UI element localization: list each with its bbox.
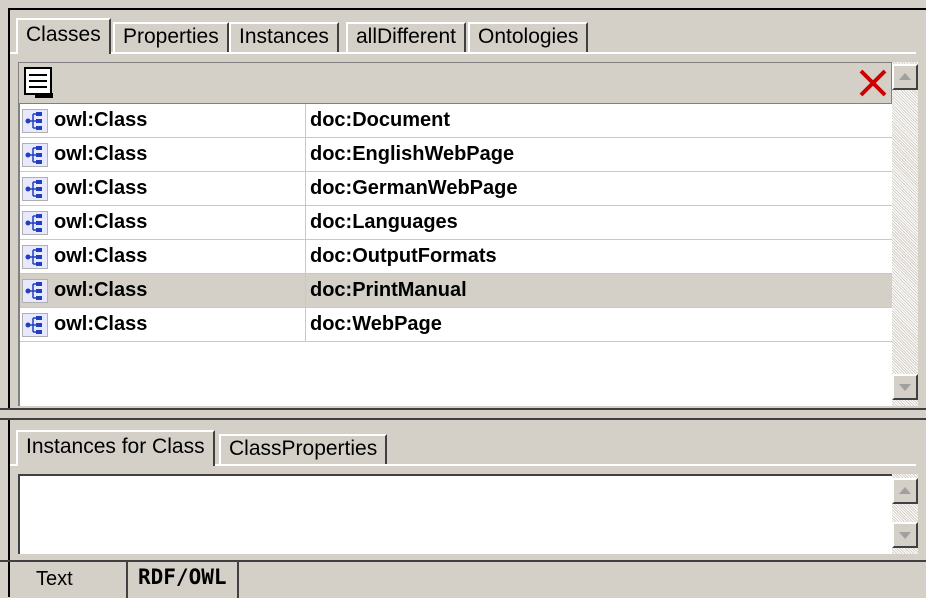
- list-icon[interactable]: [21, 65, 57, 101]
- row-type: owl:Class: [54, 104, 306, 137]
- delete-x-icon[interactable]: [857, 67, 889, 99]
- table-row[interactable]: owl:Class doc:EnglishWebPage: [20, 138, 892, 172]
- scroll-down-button[interactable]: [892, 522, 918, 548]
- tab-instances-for-class[interactable]: Instances for Class: [16, 430, 215, 466]
- table-row-selected[interactable]: owl:Class doc:PrintManual: [20, 274, 892, 308]
- tab-alldifferent[interactable]: allDifferent: [346, 22, 466, 52]
- row-type: owl:Class: [54, 274, 306, 307]
- class-toolbar: [18, 62, 892, 104]
- row-name: doc:OutputFormats: [310, 245, 497, 267]
- tab-properties[interactable]: Properties: [113, 22, 229, 52]
- tab-class-properties[interactable]: ClassProperties: [219, 434, 388, 464]
- row-type: owl:Class: [54, 172, 306, 205]
- table-row[interactable]: owl:Class doc:Languages: [20, 206, 892, 240]
- class-node-icon: [22, 279, 48, 303]
- row-name: doc:EnglishWebPage: [310, 143, 515, 165]
- tab-classes[interactable]: Classes: [16, 18, 111, 54]
- instances-panel: [18, 474, 892, 554]
- row-name: doc:Languages: [310, 211, 458, 233]
- class-list-scrollbar[interactable]: [892, 62, 918, 406]
- scroll-up-button[interactable]: [892, 64, 918, 90]
- row-type: owl:Class: [54, 206, 306, 239]
- scroll-down-button[interactable]: [892, 374, 918, 400]
- class-node-icon: [22, 143, 48, 167]
- view-tab-text[interactable]: Text: [36, 564, 73, 594]
- tab-strip-line: [10, 52, 916, 54]
- row-name: doc:PrintManual: [310, 279, 467, 301]
- row-name: doc:GermanWebPage: [310, 177, 518, 199]
- class-node-icon: [22, 313, 48, 337]
- row-type: owl:Class: [54, 138, 306, 171]
- class-list-grid: owl:Class doc:Document owl:Class doc:Eng…: [18, 104, 892, 406]
- row-name: doc:Document: [310, 109, 450, 131]
- table-row[interactable]: owl:Class doc:Document: [20, 104, 892, 138]
- pane-splitter[interactable]: [0, 408, 926, 420]
- class-node-icon: [22, 245, 48, 269]
- tab-ontologies[interactable]: Ontologies: [468, 22, 589, 52]
- instances-scrollbar[interactable]: [892, 474, 918, 554]
- row-type: owl:Class: [54, 308, 306, 341]
- table-row[interactable]: owl:Class doc:WebPage: [20, 308, 892, 342]
- class-node-icon: [22, 177, 48, 201]
- class-node-icon: [22, 109, 48, 133]
- table-row[interactable]: owl:Class doc:OutputFormats: [20, 240, 892, 274]
- table-row[interactable]: owl:Class doc:GermanWebPage: [20, 172, 892, 206]
- view-tab-rdf-owl[interactable]: RDF/OWL: [126, 562, 239, 598]
- tab-instances[interactable]: Instances: [229, 22, 339, 52]
- class-node-icon: [22, 211, 48, 235]
- row-name: doc:WebPage: [310, 313, 442, 335]
- row-type: owl:Class: [54, 240, 306, 273]
- scroll-up-button[interactable]: [892, 478, 918, 504]
